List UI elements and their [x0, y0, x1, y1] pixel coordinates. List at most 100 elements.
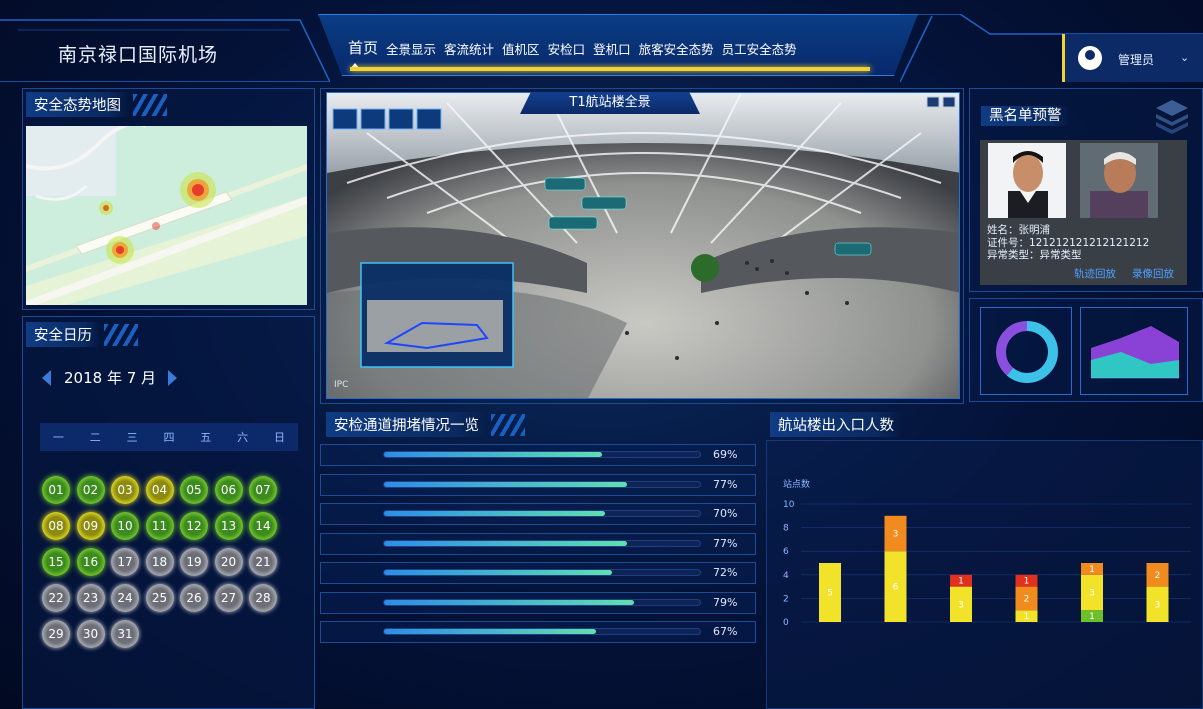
congestion-lane: 67% [320, 621, 756, 643]
calendar-day[interactable]: 25 [145, 584, 174, 612]
congestion-bar-fill [384, 570, 612, 575]
blacklist-info: 姓名：张明浦 证件号：121212121212121212 异常类型：异常类型 [987, 224, 1149, 262]
title-stripes-icon [104, 323, 138, 346]
congestion-panel-header: 安检通道拥堵情况一览 [326, 412, 525, 437]
nav-staff-safety[interactable]: 员工安全态势 [722, 39, 797, 58]
weekday-label: 五 [200, 431, 212, 444]
terminal-panorama-image [327, 93, 959, 398]
nav-security[interactable]: 安检口 [548, 39, 586, 58]
nav-home[interactable]: 首页 [348, 37, 378, 58]
nav-passenger-safety[interactable]: 旅客安全态势 [639, 39, 714, 58]
calendar-day[interactable]: 12 [180, 512, 208, 540]
calendar-day[interactable]: 07 [249, 476, 277, 504]
area-chart-canvas [1091, 326, 1179, 379]
congestion-lane: 77% [320, 473, 756, 496]
calendar-day[interactable]: 27 [214, 584, 243, 612]
bar-value-label: 5 [827, 589, 833, 599]
donut-chart-canvas [996, 321, 1058, 383]
calendar-day[interactable]: 06 [214, 476, 243, 504]
congestion-percent: 77% [713, 536, 738, 550]
calendar-day[interactable]: 28 [249, 584, 277, 612]
congestion-lane: 69% [320, 444, 756, 466]
y-tick-label: 6 [783, 547, 789, 557]
congestion-bar-track [383, 510, 701, 517]
calendar-day[interactable]: 04 [145, 476, 174, 504]
security-heat-map[interactable] [26, 126, 307, 305]
calendar-day[interactable]: 14 [249, 512, 277, 540]
user-name[interactable]: 管理员 [1118, 51, 1154, 68]
nav-checkin[interactable]: 值机区 [502, 39, 540, 58]
entrance-bar-chart: 站点数 10 8 6 4 2 0 5 6 3 3 1 1 2 1 1 3 1 3 2 [766, 440, 1203, 709]
donut-chart[interactable] [980, 307, 1072, 395]
calendar-day[interactable]: 31 [111, 620, 139, 648]
calendar-day[interactable]: 03 [111, 476, 139, 504]
calendar-day[interactable]: 15 [42, 548, 70, 576]
y-axis-label: 站点数 [783, 478, 810, 490]
weekday-label: 二 [89, 431, 101, 444]
calendar-day[interactable]: 18 [145, 548, 174, 576]
chevron-down-icon[interactable]: ⌄ [1180, 51, 1189, 64]
user-avatar-icon[interactable] [1078, 46, 1102, 70]
blacklist-links: 轨迹回放 录像回放 [1074, 266, 1174, 281]
weekday-label: 四 [163, 431, 175, 444]
calendar-day[interactable]: 13 [214, 512, 243, 540]
calendar-day[interactable]: 17 [111, 548, 139, 576]
nav-boarding[interactable]: 登机口 [593, 39, 631, 58]
nav-panorama[interactable]: 全景显示 [386, 39, 436, 58]
nav-passenger-stats[interactable]: 客流统计 [444, 39, 494, 58]
calendar-day[interactable]: 10 [111, 512, 139, 540]
entrance-chart-title: 航站楼出入口人数 [770, 412, 902, 437]
calendar-day[interactable]: 05 [180, 476, 208, 504]
next-month-icon[interactable] [168, 370, 177, 386]
congestion-percent: 77% [713, 477, 738, 491]
bar-value-label: 3 [1155, 600, 1161, 610]
congestion-panel-title: 安检通道拥堵情况一览 [326, 412, 487, 437]
y-tick-label: 2 [783, 594, 789, 604]
calendar-day[interactable]: 30 [76, 620, 105, 648]
congestion-percent: 69% [713, 448, 738, 461]
weekday-label: 三 [126, 431, 138, 444]
y-tick-label: 10 [783, 500, 795, 510]
map-panel-header: 安全态势地图 [26, 92, 167, 117]
area-chart[interactable] [1080, 307, 1188, 395]
brand-title: 南京禄口国际机场 [58, 44, 219, 66]
calendar-day[interactable]: 29 [42, 620, 70, 648]
calendar-day[interactable]: 08 [42, 512, 70, 540]
calendar-day[interactable]: 09 [76, 512, 105, 540]
calendar-day[interactable]: 24 [111, 584, 139, 612]
weekday-label: 日 [273, 431, 285, 444]
y-tick-label: 0 [783, 618, 789, 628]
calendar-day[interactable]: 16 [76, 548, 105, 576]
congestion-bar-track [383, 539, 701, 547]
video-playback-link[interactable]: 录像回放 [1132, 266, 1174, 281]
bar-value-label: 1 [1089, 612, 1095, 622]
calendar-day[interactable]: 02 [76, 476, 105, 504]
calendar-day[interactable]: 23 [76, 584, 105, 612]
panorama-view[interactable] [326, 92, 960, 399]
congestion-bar-fill [384, 599, 634, 605]
bar-value-label: 1 [1024, 577, 1030, 587]
title-stripes-icon [491, 413, 525, 436]
calendar-day[interactable]: 19 [180, 548, 208, 576]
congestion-bar-track [383, 628, 701, 635]
face-photo [1008, 151, 1048, 218]
bar-value-label: 3 [893, 530, 899, 540]
map-panel-title: 安全态势地图 [26, 92, 129, 117]
congestion-bar-fill [384, 511, 606, 516]
calendar-day[interactable]: 20 [214, 548, 243, 576]
panorama-title: T1航站楼全景 [520, 92, 700, 114]
bar-value-label: 1 [1089, 565, 1095, 575]
entrance-chart-header: 航站楼出入口人数 [770, 412, 902, 437]
calendar-day[interactable]: 11 [145, 512, 174, 540]
congestion-percent: 79% [713, 595, 738, 609]
prev-month-icon[interactable] [42, 370, 51, 386]
bar-value-label: 3 [958, 600, 964, 610]
y-tick-label: 4 [783, 571, 789, 581]
calendar-day[interactable]: 01 [42, 476, 70, 504]
congestion-percent: 72% [713, 566, 738, 579]
calendar-day[interactable]: 26 [180, 584, 208, 612]
calendar-day[interactable]: 22 [42, 584, 70, 612]
calendar-day[interactable]: 21 [249, 548, 277, 576]
track-playback-link[interactable]: 轨迹回放 [1074, 266, 1116, 281]
camera-label: IPC [334, 380, 349, 390]
